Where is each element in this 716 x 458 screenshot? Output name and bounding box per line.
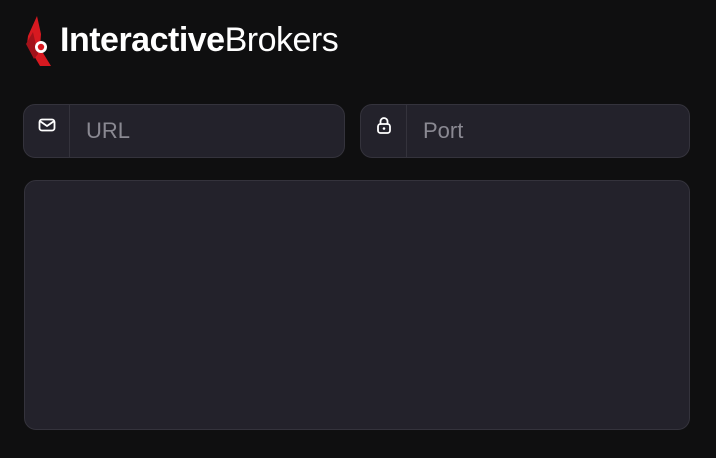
url-input[interactable] (70, 105, 344, 157)
interactive-brokers-logo: InteractiveBrokers (24, 12, 339, 68)
port-field[interactable] (360, 104, 690, 158)
logo-word-interactive: Interactive (60, 21, 225, 59)
connection-page: InteractiveBrokers (0, 0, 716, 458)
port-icon-cell (361, 105, 407, 157)
lock-icon (376, 117, 391, 134)
output-panel (24, 180, 690, 430)
mail-icon (38, 118, 55, 132)
logo-wordmark: InteractiveBrokers (60, 21, 339, 59)
logo-word-brokers: Brokers (224, 21, 339, 59)
url-icon-cell (24, 105, 70, 157)
interactive-brokers-logo-mark (26, 16, 51, 66)
url-field[interactable] (23, 104, 345, 158)
port-input[interactable] (407, 105, 689, 157)
